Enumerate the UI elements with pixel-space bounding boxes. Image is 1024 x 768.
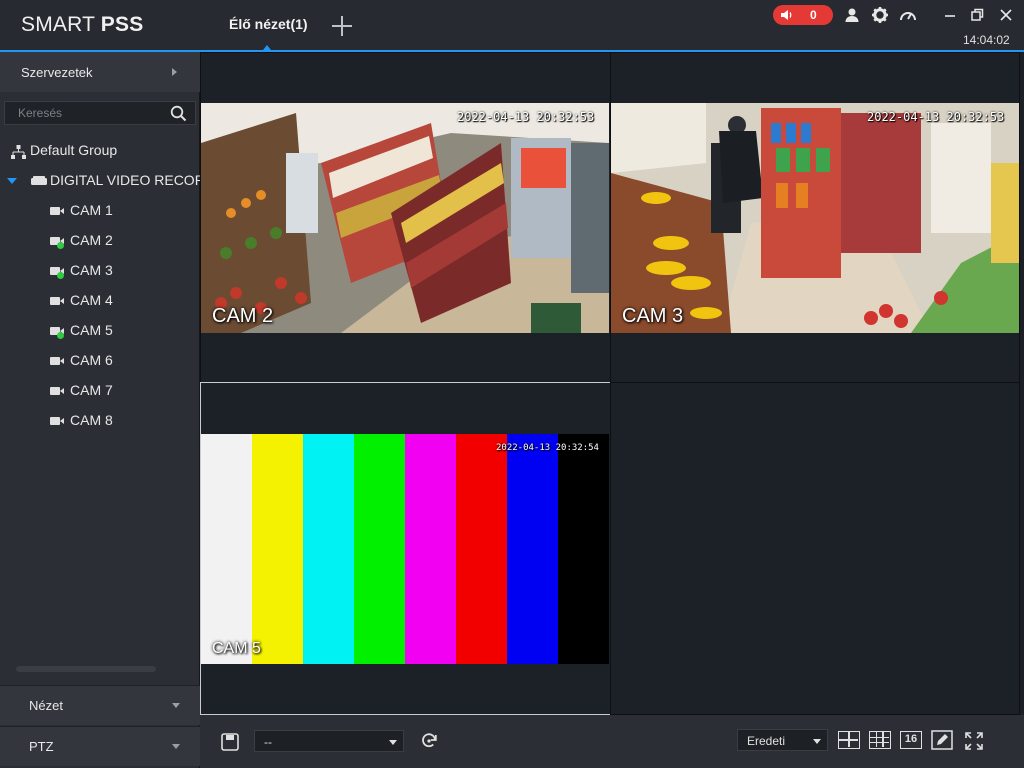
video-cell-1[interactable]: 2022-04-13 20:32:53 CAM 2	[200, 52, 611, 383]
cam5-label: CAM 5	[212, 640, 261, 657]
dvr-device-icon	[31, 176, 47, 185]
camera-label: CAM 5	[70, 322, 113, 338]
camera-label: CAM 1	[70, 202, 113, 218]
system-clock: 14:04:02	[963, 33, 1010, 47]
store-scene-image	[611, 103, 1019, 333]
layout-9-button[interactable]	[869, 731, 891, 749]
panel-view[interactable]: Nézet	[0, 685, 200, 725]
refresh-icon[interactable]	[419, 731, 439, 751]
device-sidebar: Szervezetek Default Group	[0, 52, 200, 768]
video-cell-3-selected[interactable]: 2022-04-13 20:32:54 CAM 5	[200, 382, 611, 715]
camera-icon	[50, 416, 64, 426]
org-tree-icon	[11, 145, 26, 159]
alarm-button[interactable]: 0	[773, 5, 833, 25]
camera-icon	[50, 296, 64, 306]
camera-icon	[50, 386, 64, 396]
chevron-right-icon	[172, 68, 177, 76]
camera-online-icon	[50, 236, 64, 249]
organization-label: Szervezetek	[21, 65, 93, 80]
tab-live-view[interactable]: Élő nézet(1)	[229, 16, 308, 32]
cam5-timestamp: 2022-04-13 20:32:54	[496, 443, 599, 453]
custom-layout-edit-icon[interactable]	[931, 730, 953, 750]
camera-online-icon	[50, 266, 64, 279]
chevron-down-icon	[172, 703, 180, 708]
device-search	[4, 101, 196, 125]
cam3-feed: 2022-04-13 20:32:53 CAM 3	[611, 103, 1019, 333]
stream-select-value: Eredeti	[747, 734, 786, 748]
video-cell-2[interactable]: 2022-04-13 20:32:53 CAM 3	[610, 52, 1020, 383]
camera-icon	[50, 356, 64, 366]
color-bars-test-pattern	[201, 434, 609, 664]
stream-select[interactable]: Eredeti	[737, 729, 828, 751]
restore-icon[interactable]	[968, 6, 986, 24]
cam2-label: CAM 2	[212, 305, 274, 327]
search-icon[interactable]	[170, 105, 187, 122]
fullscreen-icon[interactable]	[964, 731, 984, 751]
cam2-feed: 2022-04-13 20:32:53 CAM 2	[201, 103, 609, 333]
camera-icon	[50, 206, 64, 216]
search-input[interactable]	[5, 102, 165, 124]
camera-label: CAM 7	[70, 382, 113, 398]
panel-ptz[interactable]: PTZ	[0, 726, 200, 766]
chevron-down-icon	[389, 740, 397, 745]
camera-label: CAM 8	[70, 412, 113, 428]
expand-arrow-icon[interactable]	[7, 178, 17, 184]
close-icon[interactable]	[997, 6, 1015, 24]
title-bar: SMART PSS Élő nézet(1) 0 14:04:02	[0, 0, 1024, 52]
alarm-count: 0	[810, 8, 817, 22]
cam2-timestamp: 2022-04-13 20:32:53	[457, 110, 595, 124]
chevron-down-icon	[172, 744, 180, 749]
performance-gauge-icon[interactable]	[899, 6, 917, 24]
app-logo: SMART PSS	[21, 13, 144, 36]
organization-header[interactable]: Szervezetek	[0, 52, 200, 92]
layout-16-button[interactable]: 16	[900, 731, 922, 749]
active-tab-indicator	[263, 45, 271, 50]
smart-pss-window: SMART PSS Élő nézet(1) 0 14:04:02 Szerve…	[0, 0, 1024, 768]
panel-ptz-label: PTZ	[29, 739, 54, 754]
layout-4-button[interactable]	[838, 731, 860, 749]
cam3-timestamp: 2022-04-13 20:32:53	[867, 110, 1005, 124]
camera-label: CAM 3	[70, 262, 113, 278]
tree-device-dvr[interactable]: DIGITAL VIDEO RECORDER	[7, 172, 200, 194]
device-label: DIGITAL VIDEO RECORDER	[50, 172, 200, 188]
cam5-feed: 2022-04-13 20:32:54 CAM 5	[201, 434, 609, 664]
chevron-down-icon	[813, 739, 821, 744]
camera-label: CAM 2	[70, 232, 113, 248]
camera-label: CAM 6	[70, 352, 113, 368]
group-label: Default Group	[30, 142, 118, 158]
minimize-icon[interactable]	[941, 6, 959, 24]
settings-gear-icon[interactable]	[871, 6, 889, 24]
add-tab-button[interactable]	[330, 14, 354, 38]
view-select-value: --	[264, 735, 272, 749]
user-icon[interactable]	[843, 6, 861, 24]
speaker-icon	[781, 10, 792, 20]
cam3-label: CAM 3	[622, 305, 684, 327]
save-view-icon[interactable]	[220, 732, 240, 752]
camera-label: CAM 4	[70, 292, 113, 308]
camera-online-icon	[50, 326, 64, 339]
video-cell-4-empty[interactable]	[610, 382, 1020, 715]
bottom-toolbar: -- Eredeti 16	[200, 715, 1024, 768]
sidebar-scrollbar[interactable]	[16, 666, 156, 672]
store-scene-image	[201, 103, 609, 333]
panel-view-label: Nézet	[29, 698, 63, 713]
view-select[interactable]: --	[254, 730, 404, 752]
